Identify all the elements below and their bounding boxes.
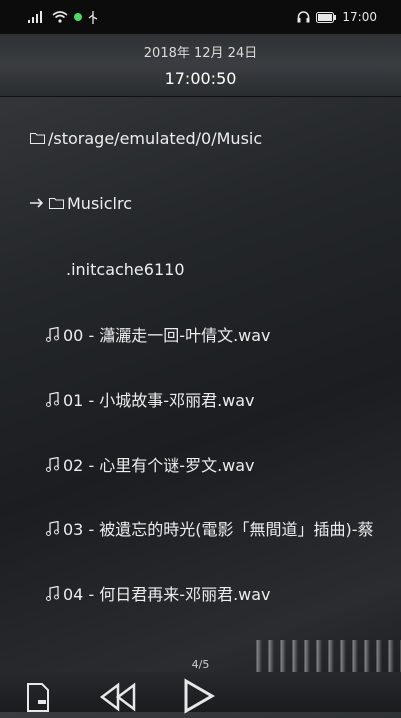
playback-controls bbox=[0, 672, 401, 714]
list-item-track[interactable]: 03 - 被遺忘的時光(電影「無間道」插曲)-蔡 bbox=[0, 512, 401, 544]
status-time: 17:00 bbox=[342, 10, 377, 24]
list-item-track[interactable]: 01 - 小城故事-邓丽君.wav bbox=[0, 383, 401, 415]
list-item-label: 00 - 瀟灑走一回-叶倩文.wav bbox=[63, 326, 271, 345]
sdcard-icon[interactable] bbox=[26, 682, 50, 716]
battery-icon bbox=[316, 11, 337, 23]
list-item-track[interactable]: 00 - 瀟灑走一回-叶倩文.wav bbox=[0, 318, 401, 350]
list-item-label: 02 - 心里有个谜-罗文.wav bbox=[63, 456, 255, 475]
music-note-icon bbox=[46, 585, 60, 601]
list-item-file[interactable]: .initcache6110 bbox=[0, 253, 401, 285]
music-note-icon bbox=[46, 520, 60, 536]
header: 2018年 12月 24日 17:00:50 bbox=[0, 34, 401, 97]
list-item-folder[interactable]: Musiclrc bbox=[0, 187, 401, 219]
list-item-label: 04 - 何日君再来-邓丽君.wav bbox=[63, 585, 271, 604]
page-indicator: 4/5 bbox=[191, 658, 210, 671]
folder-icon bbox=[30, 132, 45, 144]
headphones-icon bbox=[297, 11, 310, 23]
folder-icon bbox=[49, 197, 64, 209]
list-item-track[interactable]: 04 - 何日君再来-邓丽君.wav bbox=[0, 577, 401, 609]
list-item-path[interactable]: /storage/emulated/0/Music bbox=[0, 122, 401, 154]
status-right: 17:00 bbox=[297, 10, 377, 24]
signal-icon bbox=[28, 11, 42, 23]
usb-icon bbox=[88, 10, 98, 24]
status-bar: 17:00 bbox=[0, 0, 401, 34]
file-list: /storage/emulated/0/Music Musiclrc .init… bbox=[0, 96, 401, 656]
music-note-icon bbox=[46, 456, 60, 472]
status-left bbox=[28, 10, 98, 24]
list-item-label: 01 - 小城故事-邓丽君.wav bbox=[63, 391, 255, 410]
list-item-label: /storage/emulated/0/Music bbox=[48, 128, 263, 148]
green-dot-icon bbox=[74, 13, 82, 21]
list-item-label: .initcache6110 bbox=[66, 259, 185, 279]
music-note-icon bbox=[46, 391, 60, 407]
rewind-icon[interactable] bbox=[98, 682, 138, 716]
list-item-label: Musiclrc bbox=[67, 193, 132, 213]
play-icon[interactable] bbox=[180, 678, 216, 718]
wifi-icon bbox=[52, 11, 68, 23]
list-item-label: 03 - 被遺忘的時光(電影「無間道」插曲)-蔡 bbox=[63, 520, 374, 539]
arrow-right-icon bbox=[30, 198, 46, 208]
header-time: 17:00:50 bbox=[164, 69, 237, 88]
list-item-track[interactable]: 02 - 心里有个谜-罗文.wav bbox=[0, 448, 401, 480]
header-date: 2018年 12月 24日 bbox=[143, 46, 258, 61]
music-note-icon bbox=[46, 326, 60, 342]
